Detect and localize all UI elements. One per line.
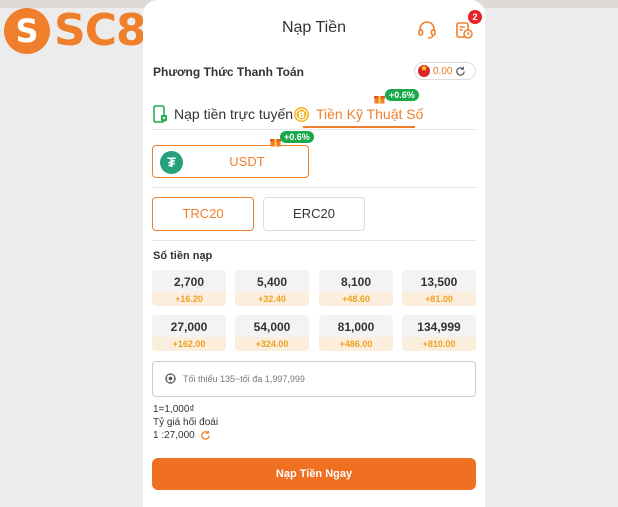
usdt-promo-badge: +0.6%	[280, 131, 314, 143]
gift-icon	[374, 96, 385, 104]
refresh-icon[interactable]	[455, 66, 466, 77]
amount-bonus: +324.00	[235, 337, 309, 351]
amount-bonus: +16.20	[152, 292, 226, 306]
currency-label: USDT	[229, 154, 265, 169]
active-tab-indicator	[303, 126, 415, 128]
exchange-rate-row: 1 :27,000	[153, 430, 211, 441]
amount-option[interactable]: 5,400 +32.40	[235, 270, 309, 306]
amount-value: 2,700	[173, 275, 205, 289]
amount-option[interactable]: 2,700 +16.20	[152, 270, 226, 306]
amount-bonus: +162.00	[152, 337, 226, 351]
digital-promo-badge: +0.6%	[385, 89, 419, 101]
amount-bonus: +48.60	[319, 292, 393, 306]
deposit-now-button[interactable]: Nạp Tiền Ngay	[152, 458, 476, 490]
rate-unit: 1=1,000₫	[153, 404, 195, 415]
tab-digital-currency[interactable]: B Tiền Kỹ Thuật Số	[293, 104, 423, 124]
vietnam-flag-icon	[418, 63, 430, 77]
tab-digital-currency-label: Tiền Kỹ Thuật Số	[316, 106, 424, 122]
logo-mark: S	[4, 8, 50, 54]
amount-bonus: +486.00	[319, 337, 393, 351]
amount-option[interactable]: 54,000 +324.00	[235, 315, 309, 351]
amount-value: 81,000	[337, 320, 375, 334]
divider	[152, 240, 476, 241]
currency-option-usdt[interactable]: ₮ USDT	[152, 145, 309, 178]
amount-value: 27,000	[170, 320, 208, 334]
exchange-rate-value: 1 :27,000	[153, 430, 195, 441]
amount-value: 13,500	[420, 275, 458, 289]
chip-icon	[165, 373, 176, 384]
coin-icon: B	[294, 106, 309, 122]
tab-online-deposit-label: Nạp tiền trực tuyến	[174, 106, 294, 122]
tabs-divider	[152, 129, 476, 130]
amount-option[interactable]: 8,100 +48.60	[319, 270, 393, 306]
amount-input-box[interactable]	[152, 361, 476, 397]
network-trc20[interactable]: TRC20	[152, 197, 254, 231]
divider	[152, 187, 476, 188]
deposit-amount-label: Số tiền nạp	[153, 250, 213, 262]
amount-bonus: +810.00	[402, 337, 476, 351]
network-erc20[interactable]: ERC20	[263, 197, 365, 231]
svg-text:B: B	[298, 111, 305, 121]
amount-option[interactable]: 134,999 +810.00	[402, 315, 476, 351]
refresh-rate-icon[interactable]	[200, 430, 211, 441]
amount-value: 5,400	[256, 275, 288, 289]
balance-pill[interactable]: 0.00	[414, 62, 476, 80]
exchange-rate-label: Tỷ giá hối đoái	[153, 417, 219, 428]
amount-option[interactable]: 81,000 +486.00	[319, 315, 393, 351]
amount-value: 134,999	[417, 320, 461, 334]
notification-badge: 2	[468, 10, 482, 24]
headset-icon[interactable]	[417, 20, 437, 40]
amount-option[interactable]: 27,000 +162.00	[152, 315, 226, 351]
logo-glyph: S	[15, 12, 39, 50]
amount-bonus: +81.00	[402, 292, 476, 306]
payment-method-label: Phương Thức Thanh Toán	[153, 65, 305, 79]
amount-input[interactable]	[183, 371, 463, 387]
amount-value: 54,000	[253, 320, 291, 334]
tab-online-deposit[interactable]: Nạp tiền trực tuyến	[152, 104, 293, 124]
phone-deposit-icon	[153, 105, 167, 123]
amount-value: 8,100	[340, 275, 372, 289]
deposit-panel: Nạp Tiền 2 Phương Thức Thanh Toán 0.00 N…	[143, 0, 485, 507]
amount-option[interactable]: 13,500 +81.00	[402, 270, 476, 306]
balance-value: 0.00	[433, 65, 453, 77]
amount-bonus: +32.40	[235, 292, 309, 306]
